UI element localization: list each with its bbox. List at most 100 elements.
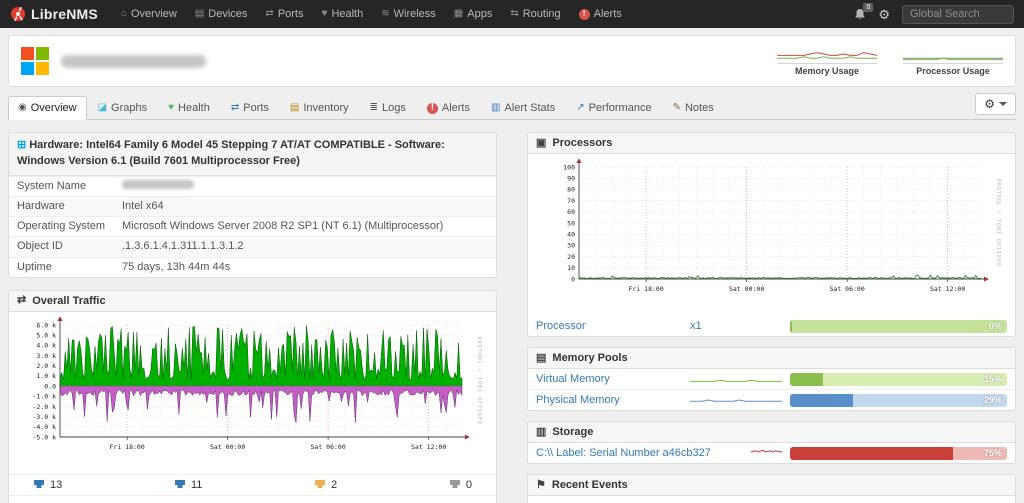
alert-circle-icon: ! xyxy=(426,102,438,114)
system-row: Hardware Intel x64 xyxy=(9,196,496,217)
graphs-icon: ◪ xyxy=(97,102,108,113)
mini-graph-label: Memory Usage xyxy=(777,63,877,76)
svg-text:20: 20 xyxy=(567,253,575,261)
nav-item-overview[interactable]: ⌂ Overview xyxy=(112,0,186,28)
nav-item-ports[interactable]: ⇄ Ports xyxy=(256,0,312,28)
processors-chart[interactable]: 1009080706050403020100Fri 18:00 Sat 00:00… xyxy=(541,159,1003,311)
nav-item-devices[interactable]: ▤ Devices xyxy=(186,0,257,28)
tab-label: Logs xyxy=(382,102,406,114)
storage-rows: C:\\ Label: Serial Number a46cb327 75% xyxy=(528,443,1015,463)
tab-label: Graphs xyxy=(111,102,148,114)
usage-sparkline[interactable] xyxy=(690,393,783,407)
navbar-right: 0 ⚙ xyxy=(854,2,1014,24)
device-mini-graphs: Memory Usage Processor Usage xyxy=(777,46,1003,76)
svg-text:Fri 18:00: Fri 18:00 xyxy=(109,443,144,451)
system-row-value: .1.3.6.1.4.1.311.1.1.3.1.2 xyxy=(122,240,244,253)
svg-text:Sat 00:00: Sat 00:00 xyxy=(210,443,245,451)
nav-item-health[interactable]: ♥ Health xyxy=(313,0,373,28)
mini-graph-processor-usage[interactable]: Processor Usage xyxy=(903,46,1003,76)
port-count-down[interactable]: 2 xyxy=(314,479,337,491)
tab-label: Ports xyxy=(243,102,269,114)
usage-row: Virtual Memory 15% xyxy=(528,369,1015,389)
port-count-disabled[interactable]: 0 xyxy=(449,479,472,491)
device-name-redacted[interactable] xyxy=(61,54,206,68)
port-links: Lo_0, Tunnel_0, Tunnel_2, Tunnel_3, ppp_… xyxy=(9,494,496,503)
processors-chart-wrap: 100 90 80 70 60 50 40 30 20 10 0 Fri 18:00 Sat 00:00… xyxy=(528,154,1015,316)
device-settings-button[interactable]: ⚙ xyxy=(975,93,1016,115)
apps-icon: ▦ xyxy=(453,8,464,19)
processors-rows: Processor x1 0% xyxy=(528,316,1015,336)
usage-name[interactable]: Processor xyxy=(536,320,682,332)
ethernet-port-icon xyxy=(174,479,185,488)
wifi-icon: ≋ xyxy=(381,8,390,19)
usage-name[interactable]: Virtual Memory xyxy=(536,373,682,385)
svg-text:5.0 k: 5.0 k xyxy=(36,331,56,339)
svg-text:Sat 12:00: Sat 12:00 xyxy=(411,443,446,451)
usage-name[interactable]: Physical Memory xyxy=(536,394,682,406)
global-search-input[interactable] xyxy=(902,4,1014,24)
tab-label: Notes xyxy=(684,102,714,114)
flag-icon: ⚑ xyxy=(536,478,546,491)
usage-sparkline[interactable] xyxy=(751,446,783,460)
tab-notes[interactable]: ✎ Notes xyxy=(663,96,724,120)
usage-percent: 15% xyxy=(983,373,1002,384)
microsoft-logo-square xyxy=(36,62,49,75)
microchip-icon: ▣ xyxy=(536,136,547,149)
tab-performance[interactable]: ↗ Performance xyxy=(566,96,661,120)
usage-sparkline[interactable] xyxy=(690,372,783,386)
mini-graph-memory-usage[interactable]: Memory Usage xyxy=(777,46,878,76)
processors-title: Processors xyxy=(552,137,613,149)
link-icon: ⇄ xyxy=(230,102,240,113)
nav-item-routing[interactable]: ⇆ Routing xyxy=(501,0,569,28)
tab-alerts[interactable]: ! Alerts xyxy=(417,96,480,120)
usage-bar-fill xyxy=(790,372,823,386)
port-count-up[interactable]: 11 xyxy=(174,479,202,491)
port-count-total[interactable]: 13 xyxy=(33,479,62,491)
tab-graphs[interactable]: ◪ Graphs xyxy=(88,96,158,120)
nav-item-label: Apps xyxy=(467,8,493,20)
usage-bar-fill xyxy=(790,319,792,333)
system-info-panel: ⊞ Hardware: Intel64 Family 6 Model 45 Ste… xyxy=(8,132,497,278)
nav-item-label: Ports xyxy=(277,8,304,20)
ethernet-port-icon xyxy=(449,479,460,488)
storage-title: Storage xyxy=(552,426,594,438)
system-row-label: Object ID xyxy=(17,240,63,253)
tab-logs[interactable]: ≣ Logs xyxy=(360,96,416,120)
nav-item-label: Wireless xyxy=(393,8,436,20)
usage-count[interactable]: x1 xyxy=(690,320,782,332)
svg-text:30: 30 xyxy=(567,242,575,250)
settings-button[interactable]: ⚙ xyxy=(878,8,890,21)
usage-bar: 0% xyxy=(790,319,1007,333)
svg-text:100: 100 xyxy=(563,163,575,171)
tab-inventory[interactable]: ▤ Inventory xyxy=(280,96,359,120)
notifications-button[interactable]: 0 xyxy=(854,2,874,21)
librenms-brand[interactable]: LibreNMS xyxy=(10,6,98,22)
gear-icon: ⚙ xyxy=(984,97,995,111)
nav-item-label: Devices xyxy=(208,8,248,20)
tab-alert-stats[interactable]: ▥ Alert Stats xyxy=(481,96,565,120)
alert-circle-icon: ! xyxy=(578,8,590,20)
usage-percent: 75% xyxy=(983,447,1002,458)
nav-item-wireless[interactable]: ≋ Wireless xyxy=(372,0,445,28)
system-row-value xyxy=(122,179,194,193)
caret-down-icon xyxy=(999,102,1007,106)
svg-text:50: 50 xyxy=(567,219,575,227)
device-tabbar: ◉ Overview ◪ Graphs ♥ Health ⇄ Ports ▤ Inventory ≣… xyxy=(8,93,1016,120)
tab-overview[interactable]: ◉ Overview xyxy=(8,96,87,120)
nav-item-alerts[interactable]: ! Alerts xyxy=(570,0,631,28)
overall-traffic-chart[interactable]: 6.0 k 5.0 k 4.0 k 3.0 k 2.0 k 1.0 k 0.0 -1.0 k -… xyxy=(22,316,484,469)
overall-traffic-title: Overall Traffic xyxy=(32,294,106,307)
nav-item-apps[interactable]: ▦ Apps xyxy=(445,0,502,28)
overall-traffic-panel: ⇄ Overall Traffic 6.0 k 5.0 k 4.0 k 3.0 k 2.0… xyxy=(8,289,497,503)
top-navbar: LibreNMS ⌂ Overview ▤ Devices ⇄ Ports ♥ Health ≋… xyxy=(0,0,1024,28)
system-row: Object ID .1.3.6.1.4.1.311.1.1.3.1.2 xyxy=(9,236,496,257)
svg-text:2.0 k: 2.0 k xyxy=(36,362,56,370)
tab-ports[interactable]: ⇄ Ports xyxy=(221,96,279,120)
usage-name[interactable]: C:\\ Label: Serial Number a46cb327 xyxy=(536,447,743,459)
tab-health[interactable]: ♥ Health xyxy=(158,96,220,120)
storage-panel: ▥ Storage C:\\ Label: Serial Number a46cb… xyxy=(527,421,1016,464)
svg-text:0.0: 0.0 xyxy=(44,382,56,390)
overview-icon: ◉ xyxy=(18,102,27,113)
overview-columns: ⊞ Hardware: Intel64 Family 6 Model 45 Ste… xyxy=(8,132,1016,503)
microsoft-logo-square xyxy=(21,47,34,60)
